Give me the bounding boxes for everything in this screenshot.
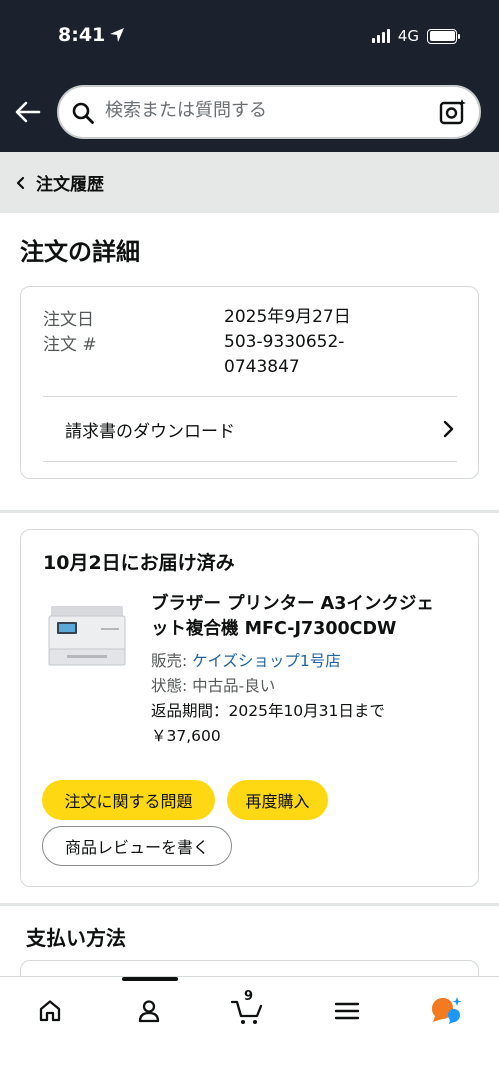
divider: [43, 461, 457, 462]
cart-count-badge: 9: [244, 989, 254, 1004]
order-issue-button[interactable]: 注文に関する問題: [42, 780, 215, 820]
invoice-download-label: 請求書のダウンロード: [65, 421, 235, 442]
condition-text: 状態: 中古品-良い: [151, 677, 276, 695]
status-time-text: 8:41: [58, 24, 106, 46]
payment-method-title: 支払い方法: [26, 926, 126, 950]
page-title: 注文の詳細: [20, 238, 140, 266]
chevron-left-icon: [16, 176, 25, 189]
chevron-right-icon: [443, 420, 454, 438]
product-price: ￥37,600: [151, 727, 221, 745]
search-input[interactable]: [105, 100, 425, 121]
nav-home[interactable]: [30, 991, 70, 1031]
nav-alexa[interactable]: [426, 991, 466, 1031]
order-number-label: 注文 #: [43, 335, 97, 355]
order-number-line2: 0743847: [224, 357, 300, 377]
nav-menu[interactable]: [327, 991, 367, 1031]
battery-icon: [427, 28, 460, 44]
seller-link[interactable]: ケイズショップ1号店: [192, 652, 341, 670]
status-time: 8:41: [58, 24, 125, 46]
app-header: 8:41 4G: [0, 0, 499, 152]
breadcrumb-label: 注文履歴: [36, 175, 104, 195]
nav-cart[interactable]: 9: [228, 989, 268, 1031]
status-indicators: 4G: [371, 27, 460, 45]
order-date-label: 注文日: [43, 310, 94, 330]
status-bar: 8:41 4G: [0, 0, 499, 75]
write-review-button[interactable]: 商品レビューを書く: [42, 826, 232, 866]
alexa-assistant-icon: [432, 997, 462, 1024]
section-separator: [0, 510, 499, 513]
network-label: 4G: [397, 27, 419, 45]
order-number-value: 503-9330652- 0743847: [224, 330, 424, 380]
home-icon: [39, 1000, 61, 1022]
person-icon: [138, 1000, 160, 1023]
order-date-value: 2025年9月27日: [224, 307, 351, 327]
shipment-card: 10月2日にお届け済み ブラザー プリンター A3インクジェット複合機 MFC-…: [20, 529, 479, 887]
order-summary-card: 注文日 2025年9月27日 注文 # 503-9330652- 0743847…: [20, 286, 479, 479]
section-separator: [0, 903, 499, 906]
buy-again-button[interactable]: 再度購入: [227, 780, 328, 820]
invoice-download-row[interactable]: 請求書のダウンロード: [43, 397, 457, 461]
bottom-nav: 9: [0, 976, 499, 1080]
search-bar[interactable]: [57, 85, 481, 139]
order-number-line1: 503-9330652-: [224, 332, 345, 352]
camera-search-icon[interactable]: [439, 98, 467, 126]
delivery-status: 10月2日にお届け済み: [43, 552, 235, 574]
nav-account[interactable]: [129, 991, 169, 1031]
product-title[interactable]: ブラザー プリンター A3インクジェット複合機 MFC-J7300CDW: [151, 592, 451, 642]
breadcrumb[interactable]: 注文履歴: [0, 152, 499, 213]
location-arrow-icon: [110, 28, 125, 42]
return-window-text: 返品期間：2025年10月31日まで: [151, 702, 385, 720]
signal-icon: [371, 29, 390, 43]
seller-line: 販売: ケイズショップ1号店: [151, 649, 341, 671]
seller-label: 販売:: [151, 652, 188, 670]
search-icon: [72, 102, 94, 124]
back-arrow-icon[interactable]: [14, 98, 42, 126]
menu-icon: [334, 1002, 360, 1020]
nav-active-indicator: [122, 977, 178, 981]
product-image[interactable]: [47, 602, 127, 668]
